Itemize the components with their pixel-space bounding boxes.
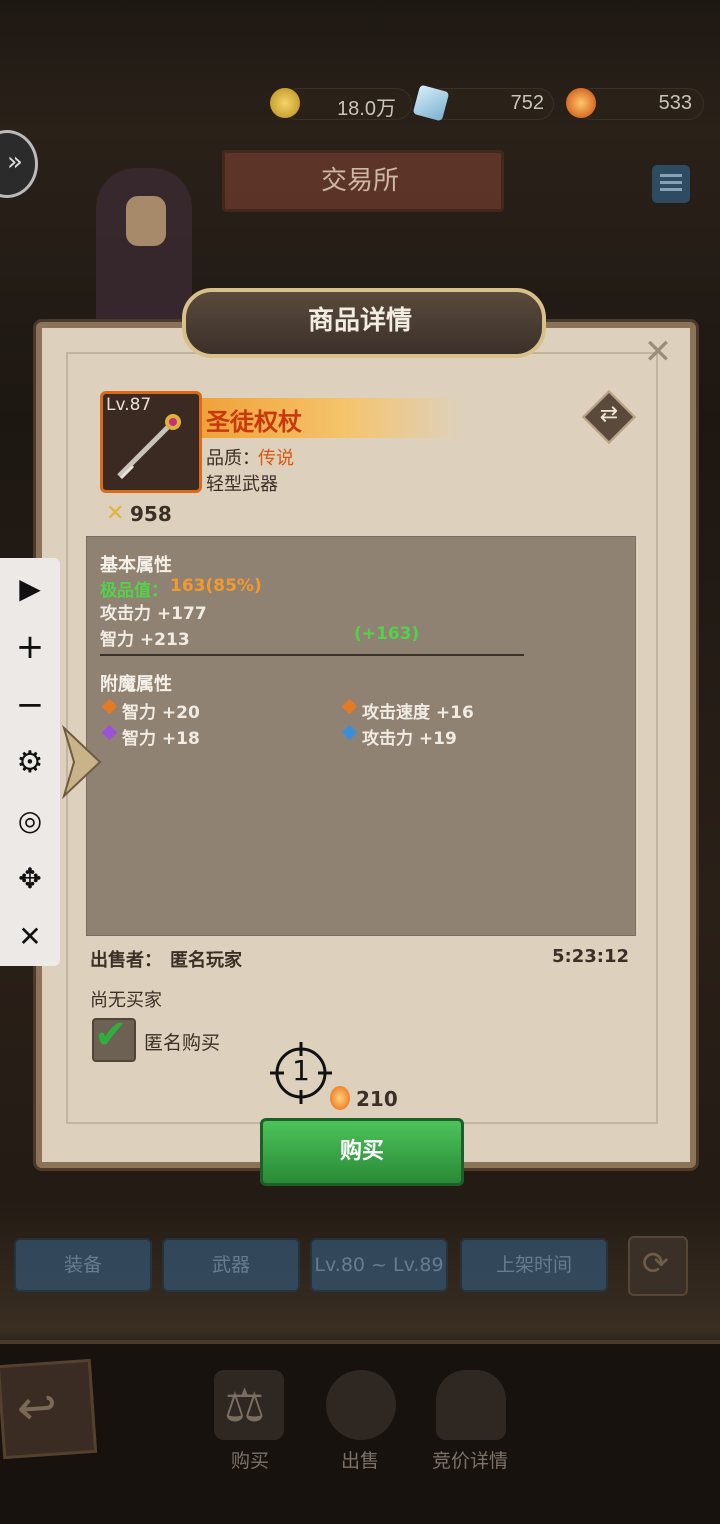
filter-listing-time[interactable]: 上架时间 [460, 1238, 608, 1292]
gold-amount: 18.0万 [337, 98, 396, 120]
play-icon[interactable]: ▶ [0, 560, 60, 618]
quality-score-label: 极品值： [100, 581, 168, 601]
item-type: 轻型武器 [206, 474, 278, 495]
merchant-mask [126, 196, 166, 246]
crosshair-label: 1 [292, 1054, 310, 1087]
list-icon [660, 174, 682, 177]
refresh-button[interactable]: ⟳ [628, 1236, 688, 1296]
gold-coin-icon [270, 88, 300, 118]
basic-attributes-heading: 基本属性 [100, 555, 172, 576]
diamond-amount: 752 [510, 92, 544, 114]
amber-amount: 533 [658, 92, 692, 114]
sack-icon [326, 1370, 396, 1440]
enchant-stat: 攻击力 +19 [362, 729, 457, 749]
dialog-title: 商品详情 [307, 306, 412, 336]
checkmark-icon: ✔ [94, 1012, 128, 1058]
enchant-stat: 攻击速度 +16 [362, 703, 474, 723]
power-icon: ✕ [106, 501, 125, 526]
scales-icon: ⚖ [224, 1378, 266, 1432]
back-button[interactable]: ↩ [0, 1358, 98, 1460]
quality-score-value: 163(85%) [170, 576, 262, 596]
filter-equipment[interactable]: 装备 [14, 1238, 152, 1292]
quality-label: 品质： [206, 448, 260, 469]
tab-sell[interactable]: 出售 [310, 1446, 410, 1473]
price: 210 [356, 1087, 398, 1111]
refresh-icon: ⟳ [642, 1244, 669, 1282]
list-menu-button[interactable] [652, 165, 690, 203]
filter-level-range[interactable]: Lv.80 ~ Lv.89 [310, 1238, 448, 1292]
intellect-bonus: (+163) [354, 624, 420, 644]
item-level: Lv.87 [106, 395, 152, 415]
seller-name: 匿名玩家 [170, 950, 242, 971]
seller-label: 出售者： [90, 950, 162, 971]
close-dialog-button[interactable]: ✕ [640, 334, 676, 370]
swap-icon: ⇄ [599, 402, 619, 427]
tab-bid-details[interactable]: 竞价详情 [420, 1446, 520, 1473]
amber-price-icon [330, 1086, 350, 1110]
quality-value: 传说 [258, 448, 294, 469]
item-name: 圣徒权杖 [206, 408, 302, 436]
move-icon[interactable]: ✥ [0, 850, 60, 908]
item-power: 958 [130, 502, 172, 526]
anonymous-buy-label: 匿名购买 [144, 1032, 221, 1054]
tab-buy[interactable]: 购买 [200, 1446, 300, 1473]
ornament-icon [61, 724, 102, 800]
enchant-stat: 智力 +20 [122, 703, 200, 723]
close-icon[interactable]: ✕ [0, 908, 60, 966]
attack-stat: 攻击力 +177 [100, 604, 207, 624]
buy-tab-icon: ⚖ [214, 1370, 284, 1440]
double-chevron-icon: » [7, 147, 23, 177]
page-title: 交易所 [320, 166, 399, 196]
back-arrow-icon: ↩ [14, 1378, 60, 1438]
buyer-status: 尚无买家 [90, 990, 162, 1011]
enchant-attributes-heading: 附魔属性 [100, 674, 172, 695]
filter-weapon[interactable]: 武器 [162, 1238, 300, 1292]
amber-icon [566, 88, 596, 118]
intellect-stat: 智力 +213 [100, 630, 190, 650]
buy-button[interactable]: 购买 [260, 1118, 464, 1186]
stats-divider [100, 654, 524, 656]
enchant-stat: 智力 +18 [122, 729, 200, 749]
remaining-time: 5:23:12 [552, 946, 630, 967]
coins-stack-icon [436, 1370, 506, 1440]
zoom-in-icon[interactable]: + [0, 618, 60, 676]
merchant-figure [96, 168, 192, 338]
